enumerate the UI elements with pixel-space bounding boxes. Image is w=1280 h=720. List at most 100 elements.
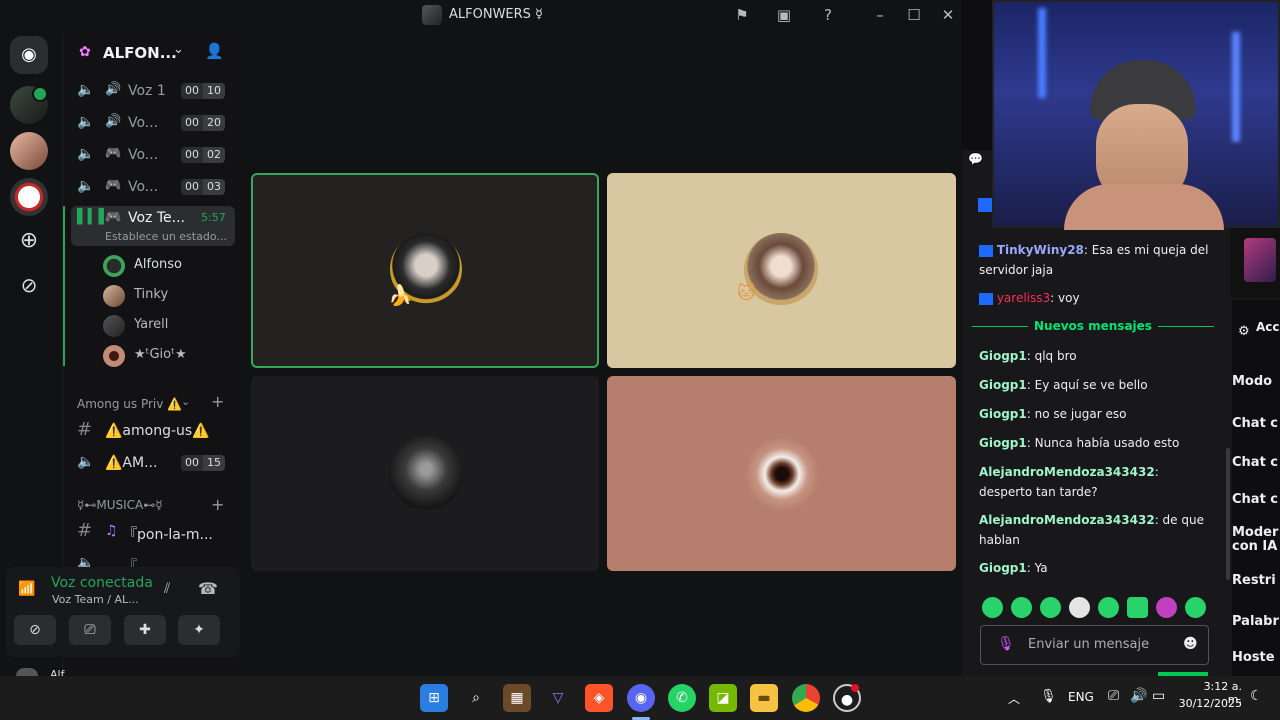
badge-icon bbox=[978, 198, 992, 212]
menu-item[interactable]: Restri bbox=[1232, 573, 1276, 588]
menu-item[interactable]: Modo bbox=[1232, 374, 1272, 389]
windows-start-icon[interactable]: ⊞ bbox=[420, 684, 448, 712]
search-icon[interactable]: ⌕ bbox=[462, 684, 490, 712]
volume-icon[interactable]: 🔊 bbox=[1130, 688, 1147, 704]
text-channel[interactable]: # ⚠️among-us⚠️ bbox=[71, 417, 235, 445]
clock-date[interactable]: 30/12/2025 bbox=[1170, 697, 1242, 710]
menu-item[interactable]: Chat c bbox=[1232, 492, 1278, 507]
chat-username[interactable]: Giogp1 bbox=[979, 349, 1027, 363]
window-title: ALFONWERS ☿ bbox=[449, 7, 544, 22]
emoji-icon[interactable]: ☻ bbox=[1183, 636, 1198, 652]
battery-icon[interactable]: ▭ bbox=[1152, 688, 1165, 704]
chat-text: : Ya bbox=[1026, 561, 1048, 575]
participant-tile-alfonso[interactable]: 🍌 bbox=[251, 173, 599, 368]
moon-icon[interactable]: ☾ bbox=[1250, 688, 1263, 704]
server-name[interactable]: ALFON... bbox=[103, 44, 177, 62]
menu-item[interactable]: Chat c bbox=[1232, 455, 1278, 470]
chat-username[interactable]: Giogp1 bbox=[979, 436, 1027, 450]
flag-icon[interactable]: ⚑ bbox=[732, 5, 752, 25]
chevron-down-icon[interactable]: ⌄ bbox=[173, 42, 184, 57]
server-icon-3[interactable] bbox=[10, 178, 48, 216]
participant-tile-gio[interactable] bbox=[607, 376, 956, 571]
add-member-icon[interactable]: 👤 bbox=[205, 42, 224, 60]
add-server-icon[interactable]: ⊕ bbox=[10, 222, 48, 260]
chat-username[interactable]: AlejandroMendoza343432 bbox=[979, 465, 1155, 479]
chat-input[interactable]: 🎙 Enviar un mensaje ☻ bbox=[980, 625, 1209, 665]
participant-tile-tinky[interactable]: 🐱 bbox=[607, 173, 956, 368]
chat-username[interactable]: Giogp1 bbox=[979, 407, 1027, 421]
voice-channel-2[interactable]: 🔈 🔊 Vo... 00 20 bbox=[71, 109, 235, 137]
emote-icon[interactable] bbox=[982, 597, 1003, 618]
discord-home-icon[interactable]: ◉ bbox=[10, 36, 48, 74]
whatsapp-icon[interactable]: ✆ bbox=[668, 684, 696, 712]
member-item[interactable]: Alfonso bbox=[103, 252, 243, 280]
minimize-icon[interactable]: – bbox=[870, 5, 890, 25]
voice-channel[interactable]: 🔈 ⚠️AM... 00 15 bbox=[71, 449, 235, 477]
help-icon[interactable]: ? bbox=[818, 5, 838, 25]
menu-item[interactable]: Moder con IA bbox=[1232, 526, 1280, 554]
chat-username[interactable]: TinkyWiny28 bbox=[997, 243, 1084, 257]
activities-button[interactable]: ✚ bbox=[124, 615, 166, 645]
active-voice-channel[interactable]: ▌▍▌ 🎮 Voz Te... 5:57 Establece un estado… bbox=[71, 206, 235, 246]
chat-username[interactable]: AlejandroMendoza343432 bbox=[979, 513, 1155, 527]
category-label[interactable]: ☿⊷MUSICA⊷☿ bbox=[77, 498, 163, 512]
close-icon[interactable]: ✕ bbox=[938, 5, 958, 25]
voice-timer: 5:57 bbox=[201, 211, 226, 224]
disconnect-icon[interactable]: ☎ bbox=[198, 579, 218, 598]
noise-suppression-icon[interactable]: ⫽ bbox=[164, 581, 170, 597]
user-limit-badge: 00 02 bbox=[181, 147, 225, 163]
member-name: Alfonso bbox=[134, 257, 183, 272]
voice-channel-name[interactable]: Voz Team / AL... bbox=[52, 593, 139, 606]
voice-channel-1[interactable]: 🔈 🔊 Voz 1 00 10 bbox=[71, 77, 235, 105]
chat-scrollbar[interactable] bbox=[1226, 448, 1230, 580]
screen-share-button[interactable]: ⎚ bbox=[69, 615, 111, 645]
emote-icon[interactable] bbox=[1127, 597, 1148, 618]
proton-vpn-icon[interactable]: ▽ bbox=[544, 684, 572, 712]
member-item[interactable]: Yarell bbox=[103, 312, 243, 340]
monitor-icon[interactable]: ⎚ bbox=[1108, 688, 1119, 704]
speaker-icon: 🔈 bbox=[77, 146, 95, 162]
emote-icon[interactable] bbox=[1011, 597, 1032, 618]
soundboard-button[interactable]: ✦ bbox=[178, 615, 220, 645]
menu-item[interactable]: Palabr bbox=[1232, 614, 1279, 629]
chat-username[interactable]: Giogp1 bbox=[979, 561, 1027, 575]
menu-item[interactable]: Chat c bbox=[1232, 416, 1278, 431]
minecraft-icon[interactable]: ▦ bbox=[503, 684, 531, 712]
voice-channel-4[interactable]: 🔈 🎮 Vo... 00 03 bbox=[71, 173, 235, 201]
brave-icon[interactable]: ◈ bbox=[585, 684, 613, 712]
badge-icon bbox=[979, 244, 993, 257]
emote-icon[interactable] bbox=[1156, 597, 1177, 618]
chat-username[interactable]: Giogp1 bbox=[979, 378, 1027, 392]
file-explorer-icon[interactable]: ▬ bbox=[750, 684, 778, 712]
category-label[interactable]: Among us Priv ⚠️ bbox=[77, 397, 182, 411]
emote-icon[interactable] bbox=[1098, 597, 1119, 618]
channel-status[interactable]: Establece un estado... bbox=[105, 230, 227, 243]
text-channel[interactable]: # ♫ 『pon-la-m... bbox=[71, 518, 235, 546]
member-item[interactable]: ★ᵗGioᵗ★ bbox=[103, 342, 243, 370]
discord-taskbar-icon[interactable]: ◉ bbox=[627, 684, 655, 712]
participant-tile-yarell[interactable] bbox=[251, 376, 599, 571]
server-icon-2[interactable] bbox=[10, 132, 48, 170]
microphone-icon[interactable]: 🎙 bbox=[1040, 689, 1057, 704]
thumbnail bbox=[1244, 238, 1276, 282]
maximize-icon[interactable]: ☐ bbox=[904, 5, 924, 25]
chrome-icon[interactable] bbox=[792, 684, 820, 712]
voice-channel-3[interactable]: 🔈 🎮 Vo... 00 02 bbox=[71, 141, 235, 169]
nvidia-icon[interactable]: ◪ bbox=[709, 684, 737, 712]
menu-item[interactable]: Acc car bbox=[1256, 320, 1280, 334]
emote-icon[interactable] bbox=[1069, 597, 1090, 618]
chat-username[interactable]: yareliss3 bbox=[997, 291, 1050, 305]
add-channel-icon[interactable]: + bbox=[211, 495, 224, 514]
explore-icon[interactable]: ⊘ bbox=[10, 266, 48, 304]
add-channel-icon[interactable]: + bbox=[211, 392, 224, 411]
chevron-down-icon[interactable]: ⌄ bbox=[181, 395, 190, 408]
emote-icon[interactable] bbox=[1040, 597, 1061, 618]
camera-button[interactable]: ⊘ bbox=[14, 615, 56, 645]
emote-icon[interactable] bbox=[1185, 597, 1206, 618]
member-item[interactable]: Tinky bbox=[103, 282, 243, 310]
chevron-up-icon[interactable]: ︿ bbox=[1008, 690, 1020, 707]
inbox-icon[interactable]: ▣ bbox=[774, 5, 794, 25]
language-indicator[interactable]: ENG bbox=[1068, 690, 1094, 704]
microphone-icon[interactable]: 🎙 bbox=[997, 636, 1015, 652]
menu-item[interactable]: Hoste bbox=[1232, 650, 1275, 665]
